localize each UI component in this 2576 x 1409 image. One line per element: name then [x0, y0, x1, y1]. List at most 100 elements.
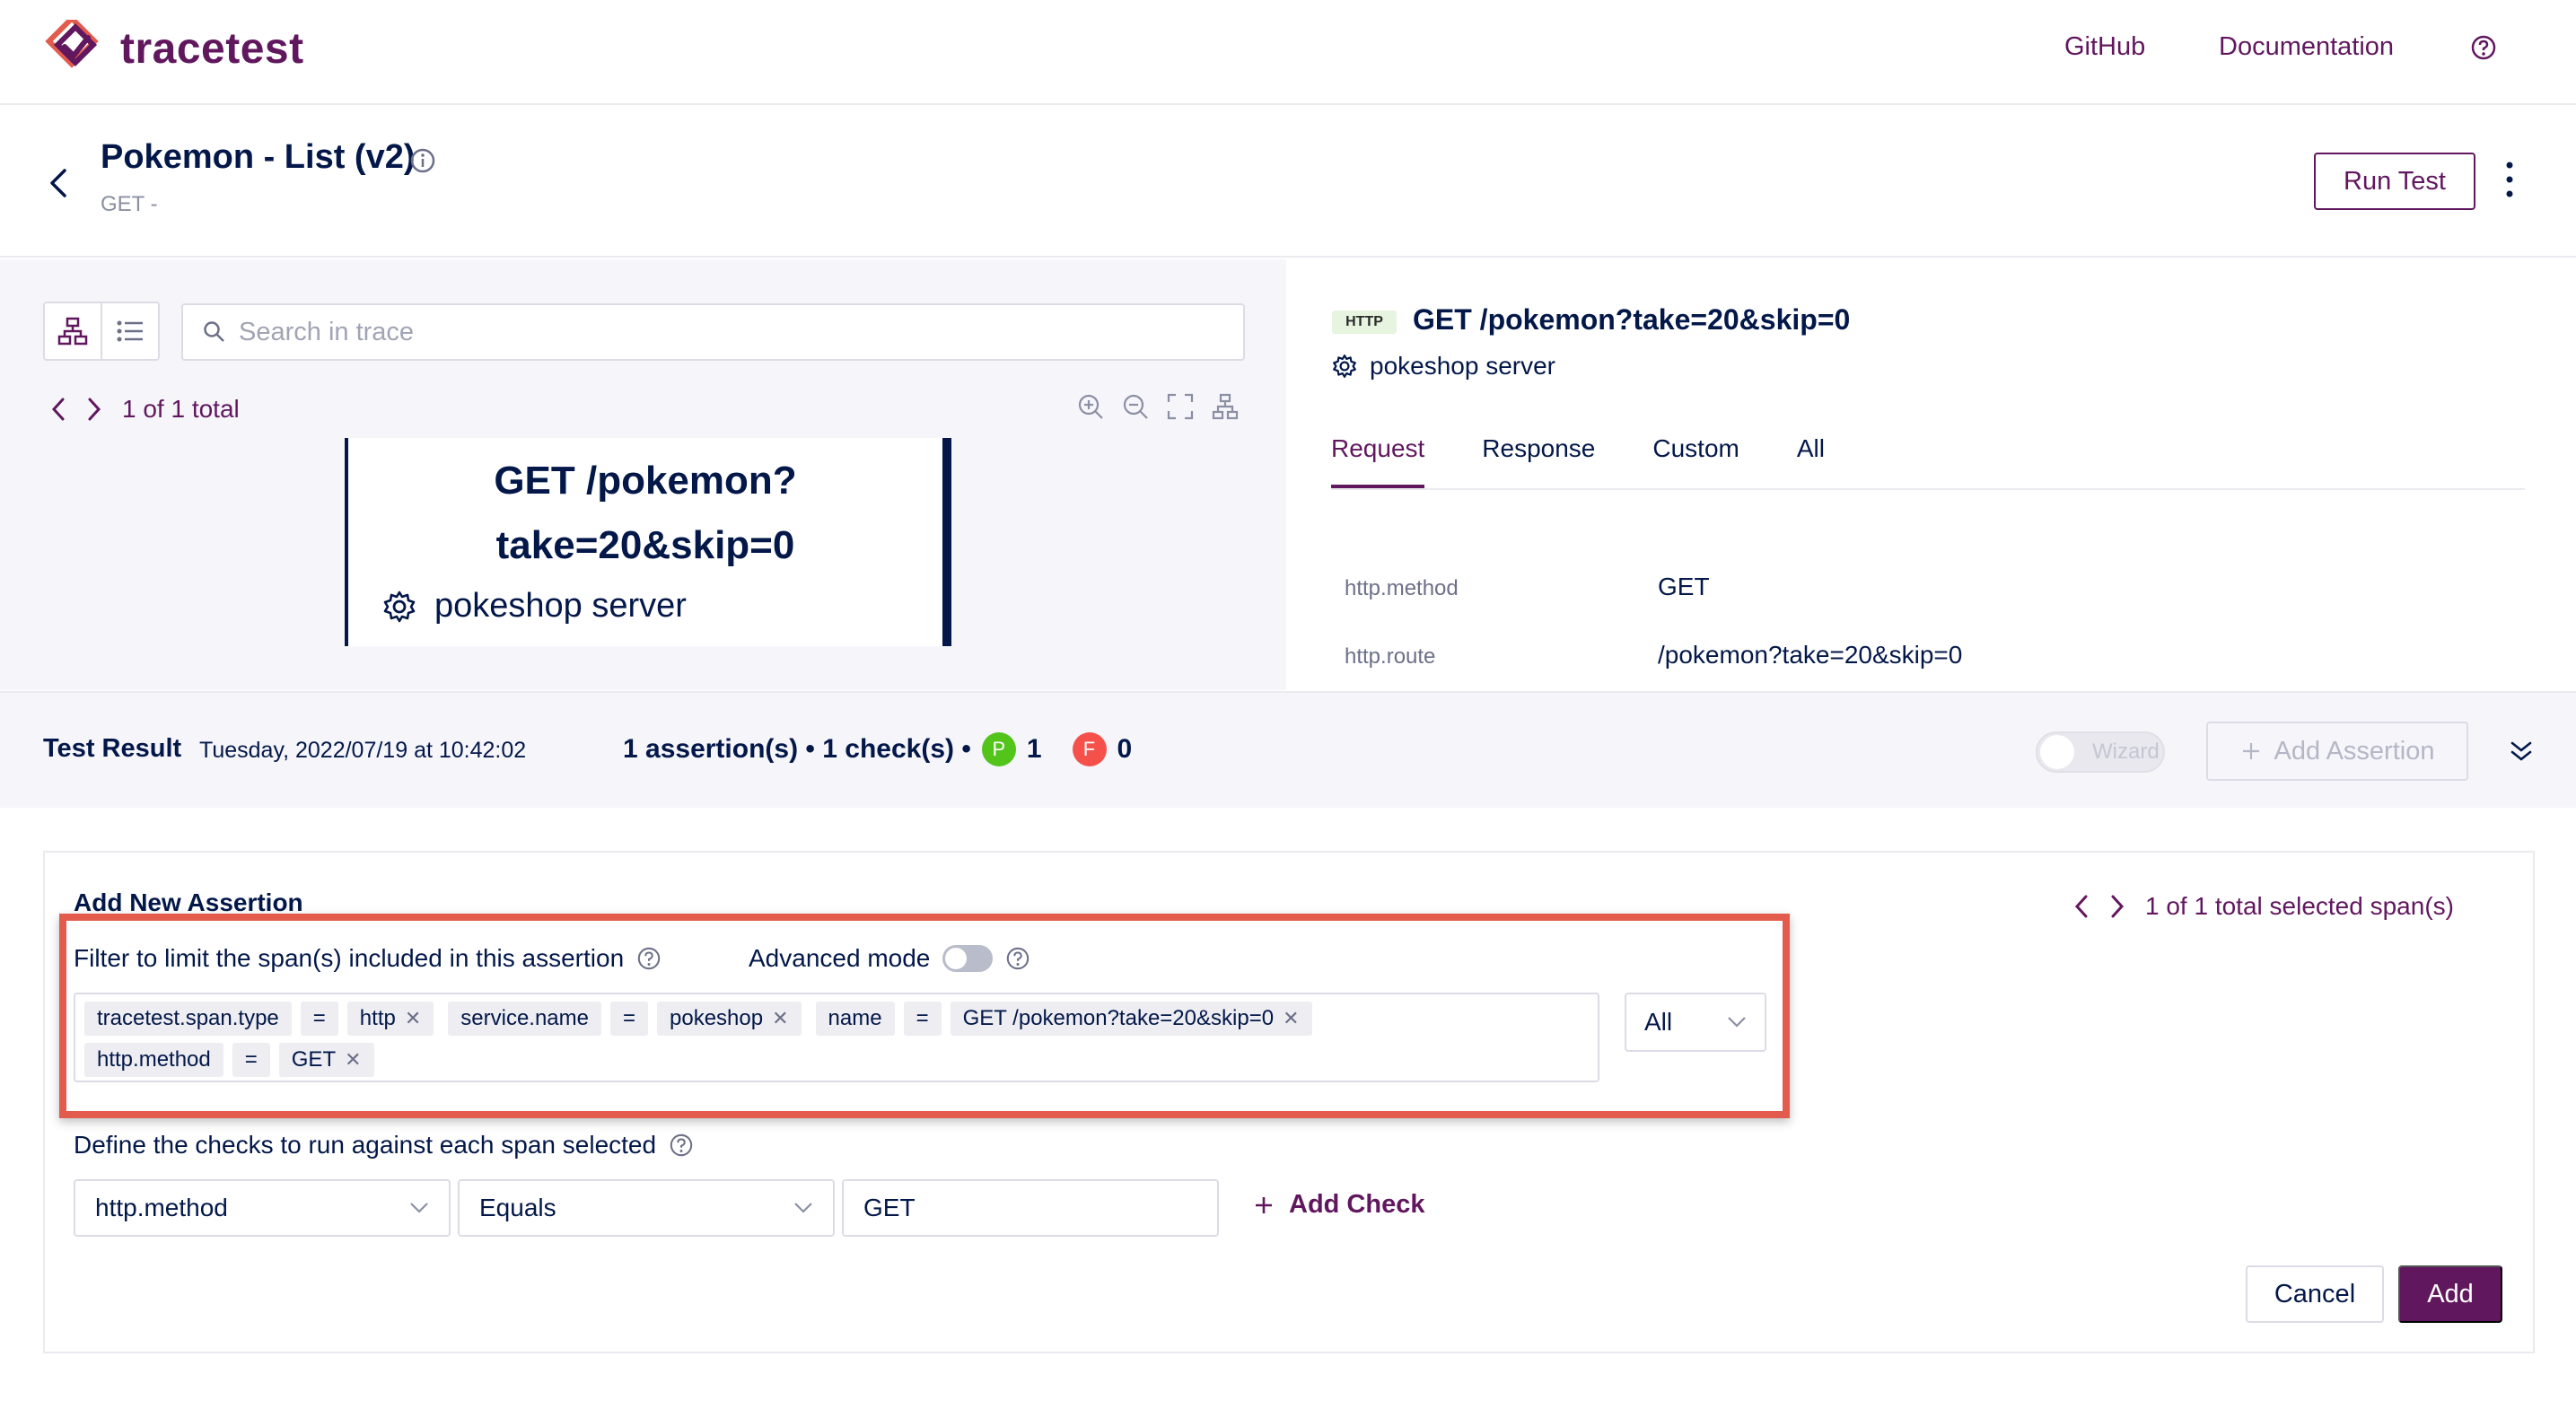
plus-icon	[1253, 1195, 1275, 1216]
span-node-title-line1: GET /pokemon?	[494, 459, 797, 503]
search-input[interactable]	[239, 317, 1136, 347]
filter-value: http ✕	[346, 1002, 434, 1036]
filter-tag: http.method = GET ✕	[84, 1043, 374, 1077]
view-toggle	[43, 302, 160, 361]
attribute-key: http.method	[1345, 576, 1459, 600]
check-value-input[interactable]	[842, 1179, 1219, 1237]
documentation-link[interactable]: Documentation	[2219, 32, 2394, 62]
zoom-in-icon[interactable]	[1077, 393, 1104, 420]
tab-all[interactable]: All	[1797, 434, 1825, 488]
tracetest-logo-icon	[45, 20, 99, 68]
filter-value: GET /pokemon?take=20&skip=0 ✕	[950, 1002, 1312, 1036]
add-assertion-label: Add Assertion	[2274, 736, 2435, 766]
filter-label-text: Filter to limit the span(s) included in …	[74, 944, 625, 972]
advanced-mode-toggle[interactable]	[942, 945, 994, 972]
span-filter-input[interactable]: tracetest.span.type = http ✕ service.name…	[74, 993, 1599, 1082]
pass-count: 1	[1026, 734, 1042, 764]
filter-operator: =	[903, 1002, 942, 1036]
check-attribute-value: http.method	[95, 1194, 228, 1221]
page-title: Pokemon - List (v2)	[101, 138, 416, 177]
tab-request[interactable]: Request	[1331, 434, 1425, 488]
add-check-label: Add Check	[1289, 1190, 1425, 1219]
attribute-value[interactable]: GET	[1658, 573, 1710, 601]
trace-span-node[interactable]: GET /pokemon? take=20&skip=0 pokeshop se…	[345, 438, 951, 646]
result-summary: 1 assertion(s) • 1 check(s) • P 1 F 0	[623, 732, 1132, 766]
search-icon	[203, 320, 226, 344]
filter-tag: service.name = pokeshop ✕	[448, 1002, 802, 1036]
attribute-value[interactable]: /pokemon?take=20&skip=0	[1658, 641, 1962, 669]
more-vertical-icon[interactable]	[2501, 160, 2519, 201]
span-scope-select[interactable]: All	[1625, 993, 1766, 1052]
span-detail-service-label: pokeshop server	[1370, 352, 1556, 380]
chevron-down-icon	[1727, 1016, 1747, 1028]
trace-search	[181, 303, 1245, 361]
filter-operator: =	[232, 1043, 270, 1077]
http-badge: HTTP	[1332, 311, 1397, 334]
prev-chevron-icon[interactable]	[50, 397, 66, 422]
trace-pager-text: 1 of 1 total	[122, 395, 240, 423]
selected-spans-pager: 1 of 1 total selected span(s)	[2073, 892, 2454, 921]
zoom-tools	[1077, 393, 1239, 420]
filter-key: service.name	[448, 1002, 601, 1036]
span-scope-value: All	[1644, 1008, 1673, 1036]
check-operator-select[interactable]: Equals	[458, 1179, 835, 1237]
gear-icon	[1332, 354, 1357, 379]
span-node-service: pokeshop server	[348, 587, 942, 626]
span-node-title-line2: take=20&skip=0	[495, 523, 795, 567]
prev-chevron-icon[interactable]	[2073, 894, 2090, 919]
filter-tag: name = GET /pokemon?take=20&skip=0 ✕	[815, 1002, 1312, 1036]
filter-operator: =	[300, 1002, 338, 1036]
checks-label: Define the checks to run against each sp…	[74, 1131, 694, 1160]
help-icon[interactable]	[1005, 946, 1030, 971]
wizard-toggle[interactable]: Wizard	[2036, 731, 2165, 773]
remove-x-icon[interactable]: ✕	[345, 1048, 361, 1072]
attribute-key: http.route	[1345, 644, 1436, 669]
list-view-icon[interactable]	[102, 303, 158, 359]
remove-x-icon[interactable]: ✕	[1283, 1007, 1299, 1030]
result-summary-text: 1 assertion(s) • 1 check(s) •	[623, 734, 971, 764]
back-chevron-icon[interactable]	[47, 167, 70, 199]
add-check-button[interactable]: Add Check	[1253, 1190, 1424, 1220]
span-node-title: GET /pokemon? take=20&skip=0	[348, 449, 942, 578]
tab-response[interactable]: Response	[1482, 434, 1595, 488]
add-assertion-button[interactable]: Add Assertion	[2206, 722, 2468, 781]
remove-x-icon[interactable]: ✕	[405, 1007, 421, 1030]
next-chevron-icon[interactable]	[2109, 894, 2125, 919]
info-icon[interactable]	[409, 147, 436, 174]
auto-layout-icon[interactable]	[1212, 393, 1239, 420]
wizard-label: Wizard	[2092, 740, 2160, 764]
fail-count: 0	[1117, 734, 1133, 764]
dag-view-icon[interactable]	[45, 303, 102, 359]
tab-custom[interactable]: Custom	[1652, 434, 1739, 488]
test-result-date: Tuesday, 2022/07/19 at 10:42:02	[199, 738, 527, 763]
collapse-chevrons-icon[interactable]	[2508, 738, 2535, 765]
gear-icon	[382, 590, 416, 624]
question-circle-icon[interactable]	[2470, 34, 2497, 61]
github-link[interactable]: GitHub	[2064, 32, 2145, 62]
filter-key: http.method	[84, 1043, 223, 1077]
filter-tag: tracetest.span.type = http ✕	[84, 1002, 434, 1036]
checks-label-text: Define the checks to run against each sp…	[74, 1131, 657, 1159]
advanced-mode-label: Advanced mode	[749, 944, 931, 972]
check-attribute-select[interactable]: http.method	[74, 1179, 451, 1237]
help-icon[interactable]	[669, 1133, 694, 1158]
span-detail-title: GET /pokemon?take=20&skip=0	[1413, 303, 1851, 336]
zoom-out-icon[interactable]	[1122, 393, 1149, 420]
span-detail-service: pokeshop server	[1332, 352, 1555, 381]
next-chevron-icon[interactable]	[86, 397, 102, 422]
plus-icon	[2240, 740, 2262, 762]
test-name: Pokemon - List (v2)	[101, 138, 416, 176]
selected-spans-text: 1 of 1 total selected span(s)	[2145, 892, 2454, 920]
pass-badge: P	[981, 732, 1016, 766]
tracetest-logo[interactable]: tracetest	[43, 20, 304, 77]
run-test-button[interactable]: Run Test	[2314, 153, 2475, 210]
attribute-tabs: Request Response Custom All	[1331, 434, 2525, 490]
remove-x-icon[interactable]: ✕	[772, 1007, 788, 1030]
help-icon[interactable]	[636, 946, 662, 971]
chevron-down-icon	[793, 1202, 813, 1214]
cancel-button[interactable]: Cancel	[2246, 1265, 2384, 1323]
check-operator-value: Equals	[479, 1194, 556, 1221]
brand-name: tracetest	[120, 24, 304, 73]
add-button[interactable]: Add	[2398, 1265, 2502, 1323]
fit-view-icon[interactable]	[1167, 393, 1194, 420]
